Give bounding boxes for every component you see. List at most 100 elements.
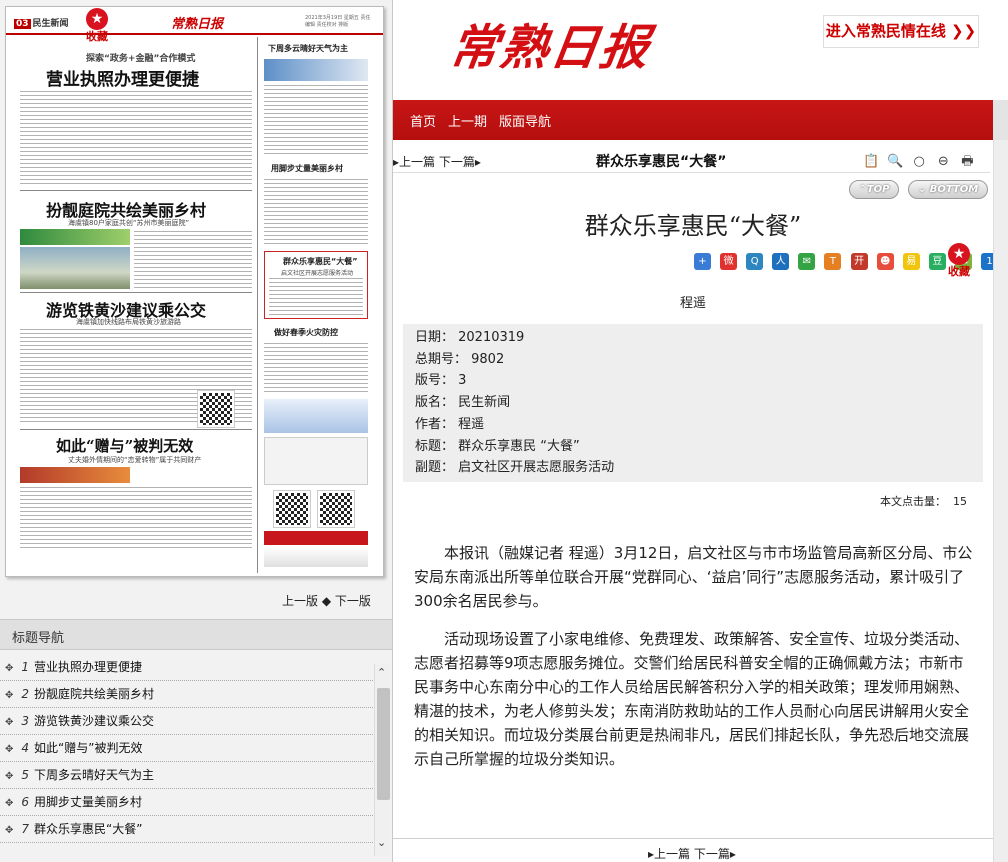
toc-item-number: 7	[21, 822, 30, 836]
enter-minqing-link[interactable]: 进入常熟民情在线 ❯❯	[823, 15, 979, 48]
bullet-icon: ✥	[5, 744, 14, 755]
paper-side-headline-3: 群众乐享惠民“大餐”	[283, 257, 358, 266]
paper-header: 03 民生新闻 常熟日报 2021年3月19日 星期五 责任编辑 责任校对 排版	[6, 7, 383, 35]
toc-item-number: 4	[21, 741, 30, 755]
prev-article-link-bottom[interactable]: 上一篇	[654, 847, 690, 861]
bullet-icon: ✥	[5, 771, 14, 782]
bullet-icon: ✥	[5, 825, 14, 836]
prev-page-link[interactable]: 上一版 ◆	[282, 594, 335, 608]
click-count-label: 本文点击量：	[880, 495, 946, 508]
next-article-link[interactable]: 下一篇	[439, 155, 475, 169]
article-paragraph: 活动现场设置了小家电维修、免费理发、政策解答、安全宣传、垃圾分类活动、志愿者招募…	[414, 630, 970, 768]
toc-item[interactable]: ✥ 5 下周多云晴好天气为主	[0, 762, 373, 789]
meta-author: 作者： 程遥	[415, 416, 485, 432]
paper-side-headline-2[interactable]: 用脚步丈量美丽乡村	[271, 163, 343, 174]
share-qzone-icon[interactable]: Q	[746, 253, 764, 270]
favorite-label: 收藏	[948, 265, 970, 278]
share-renren-icon[interactable]: 人	[772, 253, 790, 270]
print-icon[interactable]: 🖶	[959, 154, 975, 170]
nav-home[interactable]: 首页	[410, 111, 436, 130]
next-article-link-bottom[interactable]: 下一篇	[694, 847, 730, 861]
toc-item-number: 6	[21, 795, 30, 809]
toc-item[interactable]: ✥ 4 如此“赠与”被判无效	[0, 735, 373, 762]
top-button[interactable]: ⌃TOP	[849, 180, 899, 199]
share-163-icon[interactable]: 易	[902, 253, 920, 270]
share-tqq-icon[interactable]: T	[824, 253, 842, 270]
paper-side-headline-1[interactable]: 下周多云晴好天气为主	[268, 43, 348, 54]
qr-code-icon	[197, 390, 235, 428]
divider	[20, 429, 252, 430]
caret-right-icon: ▸	[474, 155, 481, 169]
share-more-icon[interactable]: +	[694, 253, 711, 270]
paper-headline-4[interactable]: 如此“赠与”被判无效	[56, 435, 193, 456]
next-page-link[interactable]: 下一版	[335, 594, 371, 608]
bottom-button[interactable]: ⌄ BOTTOM	[908, 180, 988, 199]
share-wechat-icon[interactable]: ✉	[798, 253, 816, 270]
divider	[393, 838, 993, 839]
toc-item[interactable]: ✥ 1 营业执照办理更便捷	[0, 654, 373, 681]
toc-item-label: 下周多云晴好天气为主	[34, 768, 155, 782]
toc-item[interactable]: ✥ 2 扮靓庭院共绘美丽乡村	[0, 681, 373, 708]
paper-ad	[264, 399, 368, 433]
meta-page: 版号： 3	[415, 373, 467, 389]
paper-side-sub-3: 启文社区开展志愿服务活动	[281, 270, 354, 277]
paper-sub-3: 海虞镇加快线路布局铁黄沙旅游路	[76, 318, 181, 326]
page-navigation: 上一版 ◆ 下一版	[282, 592, 371, 609]
article-title: 群众乐享惠民“大餐”	[584, 212, 802, 240]
scroll-down-icon[interactable]: ⌄	[377, 836, 386, 849]
toc-item-label: 群众乐享惠民“大餐”	[34, 822, 143, 836]
article-bar-title: 群众乐享惠民“大餐”	[596, 154, 727, 170]
toc-item-label: 用脚步丈量美丽乡村	[34, 795, 143, 809]
selected-article-highlight[interactable]: 群众乐享惠民“大餐” 启文社区开展志愿服务活动	[264, 251, 368, 319]
paper-ad	[264, 437, 368, 485]
favorite-label: 收藏	[86, 30, 108, 43]
toc-item[interactable]: ✥ 3 游览铁黄沙建议乘公交	[0, 708, 373, 735]
article-meta: 日期： 20210319 总期号： 9802 版号： 3 版名： 民生新闻 作者…	[403, 324, 983, 482]
prev-article-link[interactable]: 上一篇	[399, 155, 435, 169]
paper-ad	[264, 547, 368, 567]
toc-item[interactable]: ✥ 7 群众乐享惠民“大餐”	[0, 816, 373, 843]
newspaper-page-thumbnail[interactable]: 03 民生新闻 常熟日报 2021年3月19日 星期五 责任编辑 责任校对 排版 …	[5, 6, 384, 577]
paper-text-block	[264, 343, 368, 393]
nav-layout[interactable]: 版面导航	[499, 111, 551, 130]
paper-text-block	[264, 179, 368, 245]
zoom-out-icon[interactable]: ⊖	[935, 154, 951, 170]
toc-item[interactable]: ✥ 6 用脚步丈量美丽乡村	[0, 789, 373, 816]
zoom-reset-icon[interactable]: ○	[911, 154, 927, 170]
favorite-button-article[interactable]: ★ 收藏	[946, 243, 972, 278]
favorite-button-paper[interactable]: ★ 收藏	[84, 8, 110, 43]
nav-prev-issue[interactable]: 上一期	[448, 111, 487, 130]
bullet-icon: ✥	[5, 690, 14, 701]
toc-item-number: 2	[21, 687, 30, 701]
star-icon: ★	[86, 8, 108, 30]
article-prevnext: ▸上一篇 下一篇▸	[393, 153, 481, 170]
paper-text-block	[20, 91, 252, 186]
meta-title: 标题： 群众乐享惠民 “大餐”	[415, 438, 580, 454]
scroll-thumb[interactable]	[377, 688, 390, 800]
paper-text-block	[20, 487, 252, 549]
toc-scrollbar[interactable]: ⌃ ⌄	[374, 664, 391, 856]
left-panel: 03 民生新闻 常熟日报 2021年3月19日 星期五 责任编辑 责任校对 排版 …	[0, 0, 393, 862]
share-weibo-icon[interactable]: 微	[720, 253, 738, 270]
divider	[20, 190, 252, 191]
scroll-up-icon[interactable]: ⌃	[377, 666, 386, 679]
meta-subtitle: 副题： 启文社区开展志愿服务活动	[415, 460, 615, 476]
page-scrollbar[interactable]	[993, 140, 1008, 862]
share-douban-green-icon[interactable]: 豆	[928, 253, 946, 270]
paper-masthead: 常熟日报	[171, 17, 224, 32]
paper-side-headline-4[interactable]: 做好春季火灾防控	[274, 327, 338, 338]
article-body: 本报讯（融媒记者 程遥）3月12日，启文社区与市市场监管局高新区分局、市公安局东…	[414, 541, 976, 785]
bullet-icon: ✥	[5, 663, 14, 674]
toc-item-number: 3	[21, 714, 30, 728]
site-logo[interactable]: 常熟日报	[446, 8, 656, 78]
share-kaixin-icon[interactable]: 开	[850, 253, 868, 270]
share-douban-icon[interactable]: ☻	[876, 253, 894, 270]
meta-section: 版名： 民生新闻	[415, 395, 511, 411]
notes-icon[interactable]: 📋	[863, 154, 879, 170]
paper-headline-1[interactable]: 营业执照办理更便捷	[46, 65, 199, 90]
toc-item-number: 1	[21, 660, 30, 674]
article-tools: 📋 🔍 ○ ⊖ 🖶	[863, 150, 978, 170]
paper-photo	[20, 229, 130, 245]
divider	[20, 292, 252, 293]
zoom-in-icon[interactable]: 🔍	[887, 154, 903, 170]
